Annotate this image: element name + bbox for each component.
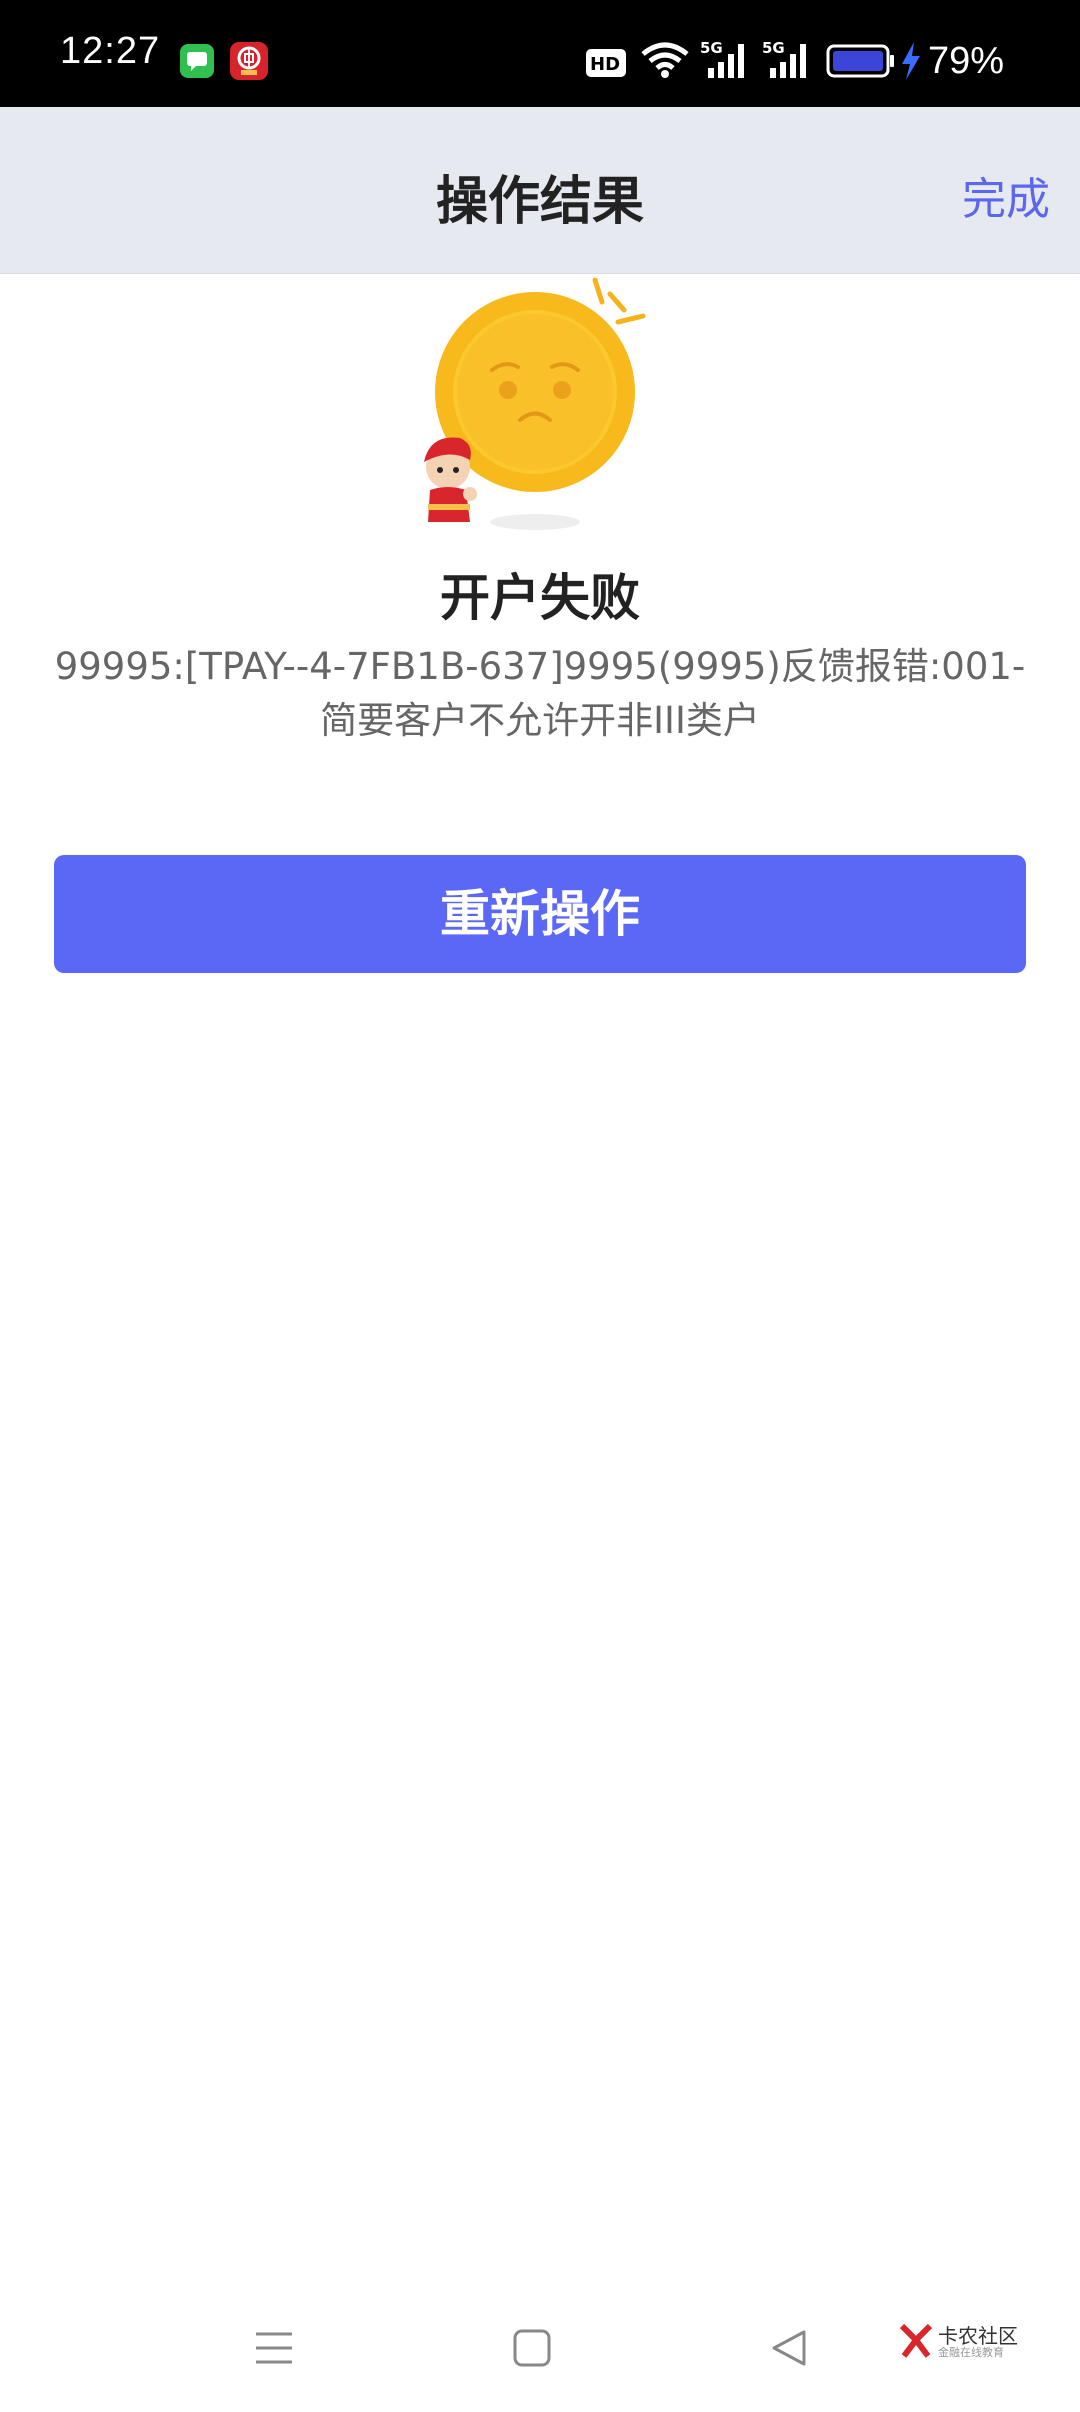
result-title: 开户失败 [440, 569, 640, 627]
charging-bolt-icon [902, 42, 920, 80]
battery-percent: 79% [928, 40, 1005, 82]
svg-text:5G: 5G [762, 39, 785, 57]
watermark-icon [899, 2323, 933, 2358]
bank-app-icon [230, 42, 268, 80]
back-icon[interactable] [770, 2328, 810, 2368]
sad-coin-illustration [424, 277, 646, 530]
status-time: 12:27 [60, 30, 161, 72]
watermark-subtitle: 金融在线教育 [938, 2346, 1004, 2359]
status-bar: 12:27 HD 5G 5G 79% [0, 0, 1080, 107]
watermark-logo: 卡农社区 金融在线教育 [898, 2320, 1018, 2364]
done-button[interactable]: 完成 [962, 163, 1050, 227]
signal-icon: 5G [762, 39, 806, 78]
wifi-icon [641, 42, 689, 78]
svg-text:HD: HD [590, 54, 620, 75]
home-icon[interactable] [512, 2328, 552, 2368]
top-navigation-bar: 操作结果 完成 [0, 107, 1080, 274]
messages-app-icon [180, 44, 214, 78]
hd-icon: HD [586, 49, 626, 77]
error-message: 99995:[TPAY--4-7FB1B-637]9995(9995)反馈报错:… [54, 645, 1026, 742]
battery-icon [826, 44, 894, 78]
signal-icon: 5G [700, 39, 744, 78]
page-title: 操作结果 [435, 172, 644, 232]
retry-button[interactable]: 重新操作 [54, 855, 1026, 973]
svg-text:5G: 5G [700, 39, 723, 57]
menu-icon[interactable] [254, 2328, 294, 2368]
